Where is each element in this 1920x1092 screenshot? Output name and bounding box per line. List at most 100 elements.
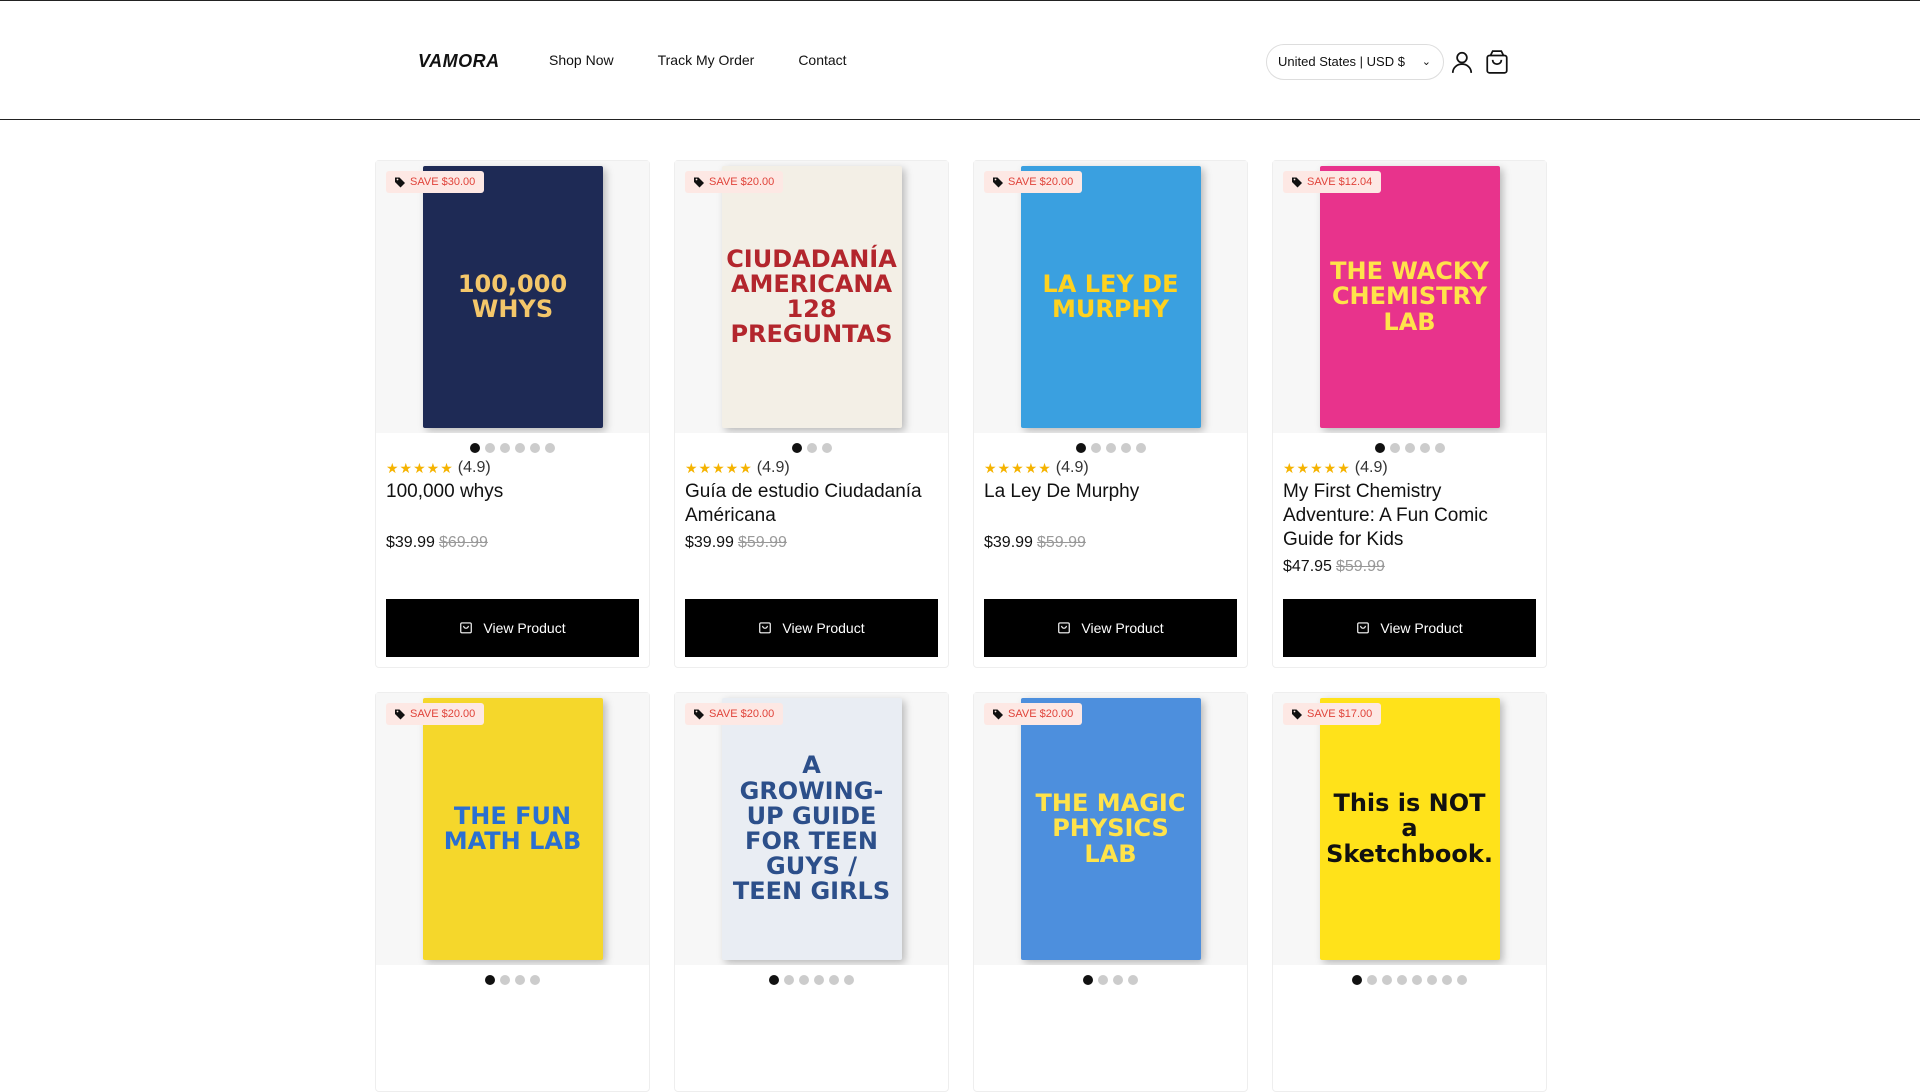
view-product-button[interactable]: View Product (1283, 599, 1536, 657)
carousel-dot[interactable] (1113, 975, 1123, 985)
original-price: $59.99 (1036, 534, 1086, 551)
carousel-dot[interactable] (1412, 975, 1422, 985)
carousel-dot[interactable] (844, 975, 854, 985)
carousel-dot[interactable] (530, 443, 540, 453)
carousel-dot[interactable] (799, 975, 809, 985)
carousel-dot[interactable] (1389, 443, 1400, 453)
tag-icon (394, 708, 406, 720)
carousel-dot[interactable] (485, 443, 495, 453)
tag-icon (992, 176, 1004, 188)
carousel-dot[interactable] (784, 975, 794, 985)
product-card[interactable]: SAVE $20.00 LA LEY DE MURPHY ★★★★★ (4.9) … (973, 160, 1248, 668)
carousel-dot[interactable] (791, 443, 802, 453)
star-rating-icon: ★★★★★ (984, 459, 1052, 476)
product-image[interactable]: SAVE $20.00 THE MAGIC PHYSICS LAB (974, 693, 1247, 965)
carousel-dot[interactable] (1374, 443, 1385, 453)
carousel-dot[interactable] (1367, 975, 1377, 985)
nav-contact[interactable]: Contact (798, 52, 846, 68)
original-price: $59.99 (1335, 558, 1385, 575)
carousel-dot[interactable] (1098, 975, 1108, 985)
product-price: $39.99 $69.99 (386, 534, 639, 552)
carousel-dot[interactable] (1128, 975, 1138, 985)
carousel-dot[interactable] (1397, 975, 1407, 985)
book-cover: THE WACKY CHEMISTRY LAB (1319, 166, 1500, 428)
cart-icon[interactable] (1484, 49, 1510, 75)
carousel-dot[interactable] (1083, 975, 1093, 985)
product-card[interactable]: SAVE $20.00 THE MAGIC PHYSICS LAB (973, 692, 1248, 1092)
carousel-dot[interactable] (829, 975, 839, 985)
currency-label: United States | USD $ (1278, 54, 1405, 69)
book-cover: 100,000 WHYS (422, 166, 603, 428)
product-title[interactable]: 100,000 whys (386, 480, 639, 528)
carousel-dot[interactable] (1382, 975, 1392, 985)
original-price: $59.99 (737, 534, 787, 551)
shopping-bag-icon (1356, 620, 1370, 637)
product-card[interactable]: SAVE $20.00 A GROWING-UP GUIDE FOR TEEN … (674, 692, 949, 1092)
tag-icon (992, 708, 1004, 720)
carousel-dot[interactable] (545, 443, 555, 453)
tag-icon (693, 176, 705, 188)
carousel-dot[interactable] (500, 443, 510, 453)
carousel-dot[interactable] (1090, 443, 1101, 453)
product-price: $47.95 $59.99 (1283, 558, 1536, 576)
nav-shop-now[interactable]: Shop Now (549, 52, 614, 68)
sale-price: $39.99 (386, 534, 435, 551)
view-product-button[interactable]: View Product (386, 599, 639, 657)
save-badge: SAVE $12.04 (1283, 171, 1382, 193)
save-badge: SAVE $20.00 (386, 703, 485, 725)
product-image[interactable]: SAVE $30.00 100,000 WHYS (376, 161, 649, 433)
product-title[interactable]: My First Chemistry Adventure: A Fun Comi… (1283, 480, 1536, 552)
save-badge: SAVE $17.00 (1283, 703, 1382, 725)
product-card[interactable]: SAVE $17.00 This is NOT a Sketchbook. (1272, 692, 1547, 1092)
view-product-button[interactable]: View Product (685, 599, 938, 657)
product-image[interactable]: SAVE $20.00 A GROWING-UP GUIDE FOR TEEN … (675, 693, 948, 965)
carousel-dot[interactable] (500, 975, 510, 985)
carousel-dot[interactable] (485, 975, 495, 985)
carousel-dot[interactable] (1075, 443, 1086, 453)
brand-logo[interactable]: VAMORA (418, 51, 500, 72)
product-image[interactable]: SAVE $20.00 LA LEY DE MURPHY (974, 161, 1247, 433)
product-card[interactable]: SAVE $12.04 THE WACKY CHEMISTRY LAB ★★★★… (1272, 160, 1547, 668)
product-card[interactable]: SAVE $20.00 THE FUN MATH LAB (375, 692, 650, 1092)
product-image[interactable]: SAVE $20.00 THE FUN MATH LAB (376, 693, 649, 965)
carousel-dot[interactable] (1135, 443, 1146, 453)
carousel-dot[interactable] (814, 975, 824, 985)
carousel-dot[interactable] (515, 443, 525, 453)
book-cover: This is NOT a Sketchbook. (1319, 698, 1500, 960)
carousel-dot[interactable] (1457, 975, 1467, 985)
carousel-dot[interactable] (1105, 443, 1116, 453)
carousel-dot[interactable] (769, 975, 779, 985)
view-product-button[interactable]: View Product (984, 599, 1237, 657)
carousel-dot[interactable] (1427, 975, 1437, 985)
carousel-dot[interactable] (1352, 975, 1362, 985)
product-image[interactable]: SAVE $20.00 CIUDADANÍA AMERICANA 128 PRE… (675, 161, 948, 433)
sale-price: $47.95 (1283, 558, 1332, 575)
main-nav: Shop Now Track My Order Contact (549, 52, 847, 68)
carousel-dot[interactable] (1120, 443, 1131, 453)
shopping-bag-icon (758, 620, 772, 637)
product-card[interactable]: SAVE $20.00 CIUDADANÍA AMERICANA 128 PRE… (674, 160, 949, 668)
product-title[interactable]: La Ley De Murphy (984, 480, 1237, 528)
carousel-dot[interactable] (821, 443, 832, 453)
product-image[interactable]: SAVE $17.00 This is NOT a Sketchbook. (1273, 693, 1546, 965)
account-icon[interactable] (1449, 49, 1475, 75)
carousel-dot[interactable] (530, 975, 540, 985)
product-grid: SAVE $30.00 100,000 WHYS ★★★★★ (4.9) 100,… (375, 160, 1547, 1092)
carousel-dot[interactable] (470, 443, 480, 453)
carousel-dot[interactable] (1419, 443, 1430, 453)
nav-track-order[interactable]: Track My Order (658, 52, 755, 68)
product-title[interactable]: Guía de estudio Ciudadanía Américana (685, 480, 938, 528)
product-image[interactable]: SAVE $12.04 THE WACKY CHEMISTRY LAB (1273, 161, 1546, 433)
shopping-bag-icon (459, 620, 473, 637)
currency-selector[interactable]: United States | USD $ ⌄ (1266, 44, 1444, 80)
carousel-dot[interactable] (515, 975, 525, 985)
chevron-down-icon: ⌄ (1421, 56, 1431, 68)
carousel-dot[interactable] (806, 443, 817, 453)
carousel-dot[interactable] (1434, 443, 1445, 453)
book-cover: CIUDADANÍA AMERICANA 128 PREGUNTAS (721, 166, 902, 428)
tag-icon (693, 708, 705, 720)
carousel-dot[interactable] (1404, 443, 1415, 453)
carousel-dot[interactable] (1442, 975, 1452, 985)
tag-icon (1291, 176, 1303, 188)
product-card[interactable]: SAVE $30.00 100,000 WHYS ★★★★★ (4.9) 100,… (375, 160, 650, 668)
